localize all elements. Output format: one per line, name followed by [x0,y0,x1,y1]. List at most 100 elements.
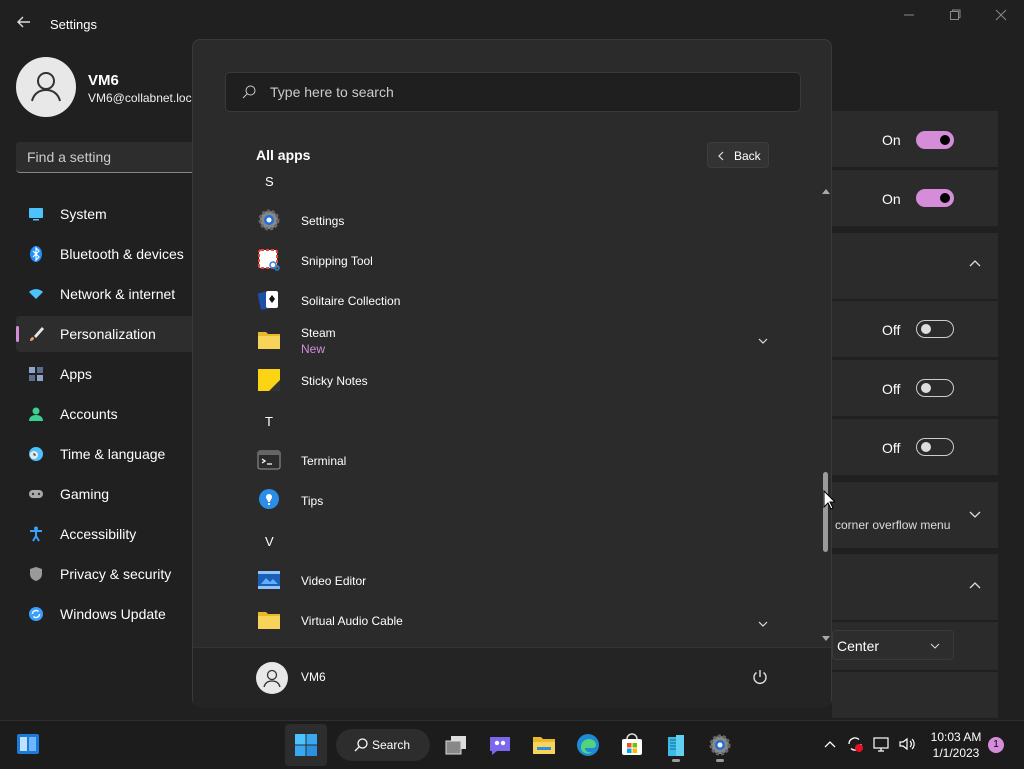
toggle-state-label: Off [882,381,901,397]
expander-card[interactable] [832,233,998,299]
chevron-down-icon[interactable] [757,617,769,635]
toggle-state-label: On [882,132,901,148]
toggle-switch[interactable] [916,438,954,456]
network-icon[interactable] [872,735,890,758]
chat-icon[interactable] [488,733,512,757]
app-name: Snipping Tool [301,254,373,268]
settings-card [832,672,998,718]
start-search-box[interactable]: Type here to search [225,72,801,112]
app-item-solitaire[interactable]: Solitaire Collection [253,286,773,322]
scroll-up-arrow-icon[interactable] [822,182,830,200]
letter-header[interactable]: T [265,414,273,429]
user-email: VM6@collabnet.loc [88,91,192,105]
toggle-switch[interactable] [916,379,954,397]
snipping-tool-icon [257,248,281,272]
monitor-icon [28,206,44,222]
app-name: Tips [301,494,324,508]
nav-item-privacy[interactable]: Privacy & security [16,556,196,592]
task-view-icon[interactable] [444,733,468,757]
folder-icon [257,608,281,632]
chevron-down-icon[interactable] [757,334,769,352]
clock-globe-icon [28,446,44,462]
app-folder-virtual-audio-cable[interactable]: Virtual Audio Cable [253,606,773,642]
nav-label: Network & internet [60,286,176,302]
minimize-button[interactable] [894,8,924,28]
app-name: Video Editor [301,574,367,588]
nav-item-network[interactable]: Network & internet [16,276,196,312]
toggle-state-label: Off [882,440,901,456]
sync-error-icon[interactable] [846,735,864,758]
chevron-up-icon[interactable] [824,738,836,756]
toggle-card: On [832,170,998,226]
search-icon [242,85,256,104]
power-icon[interactable] [751,668,769,691]
notification-badge[interactable]: 1 [988,737,1004,753]
all-apps-heading: All apps [256,147,311,163]
person-icon [31,72,61,102]
alignment-dropdown[interactable]: Center [832,630,954,660]
chevron-up-icon [968,257,982,274]
toggle-switch[interactable] [916,189,954,207]
terminal-icon [257,448,281,472]
back-label: Back [734,149,761,163]
nav-label: System [60,206,107,222]
footer-avatar[interactable] [256,662,288,694]
nav-item-system[interactable]: System [16,196,196,232]
nav-item-time-language[interactable]: Time & language [16,436,196,472]
taskbar-search-button[interactable]: Search [336,729,430,761]
close-button[interactable] [986,8,1016,28]
chevron-down-icon [929,639,941,657]
solitaire-icon [257,288,281,312]
toggle-state-label: On [882,191,901,207]
widgets-icon[interactable] [16,732,40,756]
scroll-down-arrow-icon[interactable] [822,630,830,648]
app-list-scrollbar[interactable] [822,182,830,641]
settings-gear-icon [257,208,281,232]
gamepad-icon [28,486,44,502]
toggle-switch[interactable] [916,320,954,338]
expander-card[interactable] [832,554,998,620]
windows-logo-icon [294,733,318,762]
shield-icon [28,566,44,582]
nav-item-accounts[interactable]: Accounts [16,396,196,432]
app-folder-steam[interactable]: Steam New [253,322,773,362]
clock-time: 10:03 AM [930,730,982,744]
toggle-state-label: Off [882,322,901,338]
app-item-video-editor[interactable]: Video Editor [253,566,773,602]
app-item-terminal[interactable]: Terminal [253,446,773,482]
app-item-sticky-notes[interactable]: Sticky Notes [253,366,773,402]
back-arrow-icon[interactable] [14,12,34,32]
maximize-button[interactable] [940,8,970,28]
app-name: Solitaire Collection [301,294,401,308]
wifi-icon [28,286,44,302]
nav-item-personalization[interactable]: Personalization [16,316,196,352]
running-indicator [672,759,680,762]
brush-icon [28,326,44,342]
settings-gear-icon[interactable] [708,733,732,757]
alignment-card: Center [832,622,998,670]
nav-item-apps[interactable]: Apps [16,356,196,392]
nav-item-bluetooth[interactable]: Bluetooth & devices [16,236,196,272]
app-item-snipping-tool[interactable]: Snipping Tool [253,246,773,282]
clock[interactable]: 10:03 AM 1/1/2023 [926,729,986,761]
app-item-settings[interactable]: Settings [253,206,773,242]
nav-item-windows-update[interactable]: Windows Update [16,596,196,632]
letter-header[interactable]: S [265,174,274,189]
taskbar-search-label: Search [372,738,411,752]
buildings-app-icon[interactable] [664,733,688,757]
edge-browser-icon[interactable] [576,733,600,757]
volume-icon[interactable] [898,735,916,758]
toggle-switch[interactable] [916,131,954,149]
find-setting-input[interactable]: Find a setting [16,142,206,173]
file-explorer-icon[interactable] [532,733,556,757]
back-button[interactable]: Back [707,142,769,168]
nav-item-accessibility[interactable]: Accessibility [16,516,196,552]
app-item-tips[interactable]: Tips [253,486,773,522]
letter-header[interactable]: V [265,534,274,549]
app-name: Terminal [301,454,347,468]
microsoft-store-icon[interactable] [620,733,644,757]
nav-item-gaming[interactable]: Gaming [16,476,196,512]
overflow-menu-card[interactable]: corner overflow menu [832,482,998,548]
start-button[interactable] [285,724,327,766]
footer-user-name[interactable]: VM6 [301,670,326,684]
